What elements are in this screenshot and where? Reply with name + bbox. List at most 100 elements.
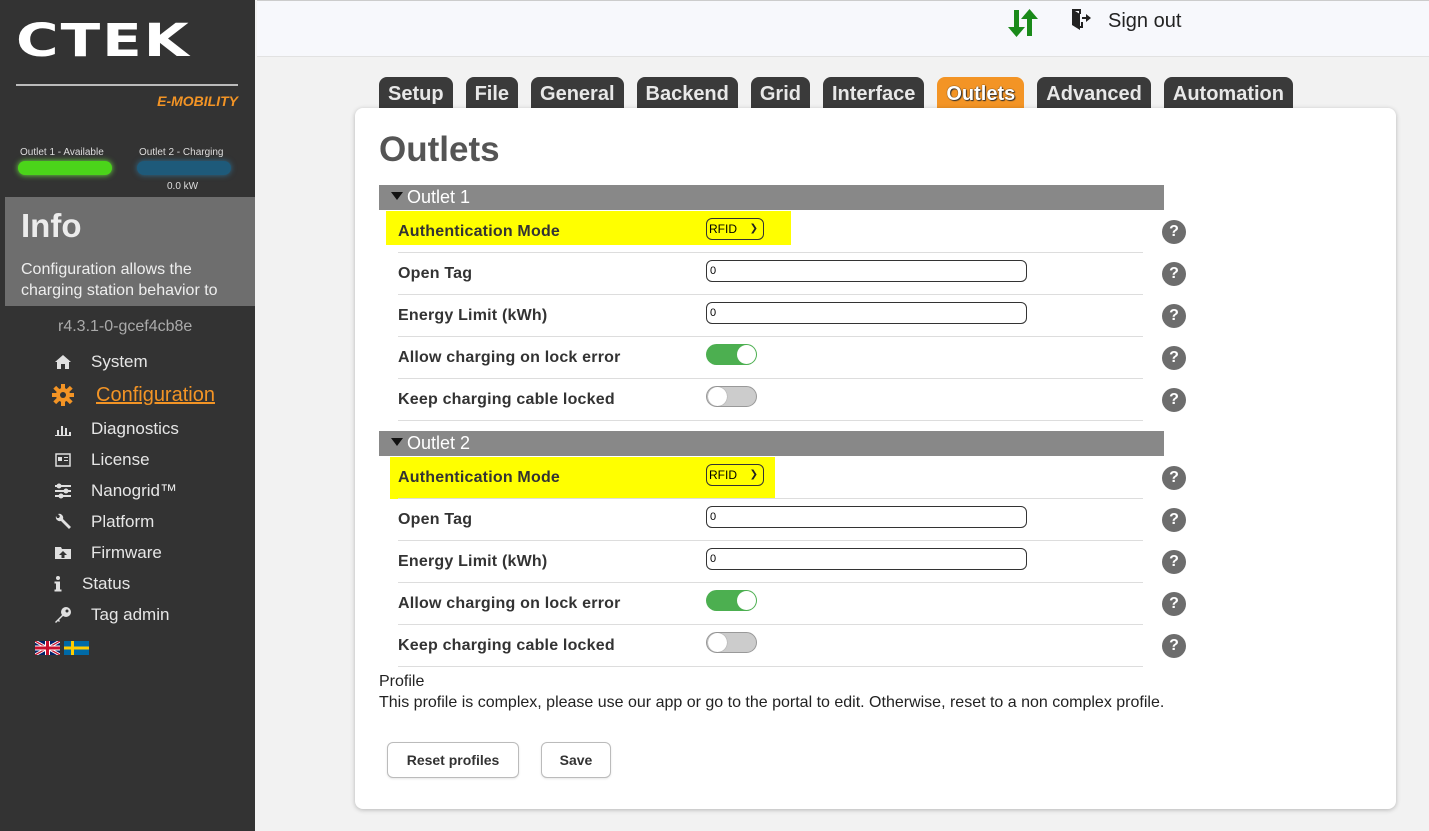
outlet-1-keep-locked-label: Keep charging cable locked — [398, 391, 615, 408]
sliders-icon — [52, 482, 74, 500]
sidebar-item-status[interactable]: Status — [52, 568, 215, 599]
outlet-2-energy-row: Energy Limit (kWh) ? — [398, 541, 1186, 583]
ctek-logo[interactable]: CTEK E-MOBILITY — [16, 14, 238, 109]
bar-chart-icon — [52, 420, 74, 438]
outlet-1-auth-label: Authentication Mode — [398, 223, 561, 240]
sidebar-item-label: System — [91, 351, 148, 371]
tab-outlets[interactable]: Outlets — [937, 77, 1025, 109]
outlet-2-keep-locked-help-icon[interactable]: ? — [1162, 634, 1186, 658]
save-button[interactable]: Save — [541, 742, 611, 778]
outlet-1-auth-help-icon[interactable]: ? — [1162, 220, 1186, 244]
sidebar-item-nanogrid[interactable]: Nanogrid™ — [52, 475, 215, 506]
key-icon — [52, 606, 74, 624]
outlet-1-open-tag-label: Open Tag — [398, 265, 473, 282]
sidebar-item-firmware[interactable]: Firmware — [52, 537, 215, 568]
outlet-1-energy-help-icon[interactable]: ? — [1162, 304, 1186, 328]
info-title: Info — [21, 207, 82, 244]
outlet-1-auth-select[interactable]: RFID — [706, 218, 764, 240]
outlet-2-open-tag-label: Open Tag — [398, 511, 473, 528]
outlet-2-energy-label: Energy Limit (kWh) — [398, 553, 548, 570]
outlet-2-auth-label: Authentication Mode — [398, 469, 561, 486]
sync-arrows-icon[interactable] — [1007, 7, 1039, 39]
outlet-2-header[interactable]: Outlet 2 — [379, 431, 1164, 456]
sidebar-item-diagnostics[interactable]: Diagnostics — [52, 413, 215, 444]
gear-icon — [52, 384, 74, 406]
sidebar-item-platform[interactable]: Platform — [52, 506, 215, 537]
outlet-1-energy-input[interactable] — [706, 302, 1027, 324]
toggle-knob — [708, 387, 727, 406]
reset-profiles-button[interactable]: Reset profiles — [387, 742, 519, 778]
outlet-2-lock-error-toggle[interactable] — [706, 590, 757, 611]
info-icon — [52, 575, 64, 593]
page-title: Outlets — [379, 130, 500, 169]
outlet-2-title: Outlet 2 — [407, 433, 471, 453]
outlet-1-lock-error-row: Allow charging on lock error ? — [398, 337, 1186, 379]
sidebar-item-label: Configuration — [96, 383, 215, 406]
outlet-1-header[interactable]: Outlet 1 — [379, 185, 1164, 210]
outlet-1-lock-error-help-icon[interactable]: ? — [1162, 346, 1186, 370]
tab-automation[interactable]: Automation — [1163, 77, 1293, 109]
outlet-1-open-tag-row: Open Tag ? — [398, 253, 1186, 295]
outlet-1-keep-locked-help-icon[interactable]: ? — [1162, 388, 1186, 412]
profile-title: Profile — [379, 673, 425, 690]
outlet-2-keep-locked-toggle[interactable] — [706, 632, 757, 653]
collapse-triangle-icon — [391, 438, 403, 446]
outlet-1-lock-error-toggle[interactable] — [706, 344, 757, 365]
outlet-1-energy-row: Energy Limit (kWh) ? — [398, 295, 1186, 337]
outlet-2-energy-help-icon[interactable]: ? — [1162, 550, 1186, 574]
outlet-2-auth-select[interactable]: RFID — [706, 464, 764, 486]
sidebar-item-label: Platform — [91, 511, 155, 531]
english-flag-icon[interactable] — [35, 641, 60, 655]
tab-advanced[interactable]: Advanced — [1037, 77, 1151, 109]
outlet-2-lock-error-help-icon[interactable]: ? — [1162, 592, 1186, 616]
outlet-2-energy-input[interactable] — [706, 548, 1027, 570]
tab-setup[interactable]: Setup — [379, 77, 453, 109]
outlet-2-status: Outlet 2 - Charging — [137, 147, 231, 175]
swedish-flag-icon[interactable] — [64, 641, 89, 655]
tab-interface[interactable]: Interface — [823, 77, 925, 109]
outlet-1-auth-row: Authentication Mode RFID ❯ ? — [398, 211, 1186, 253]
outlet-2-open-tag-help-icon[interactable]: ? — [1162, 508, 1186, 532]
tab-file[interactable]: File — [465, 77, 519, 109]
collapse-triangle-icon — [391, 192, 403, 200]
outlet-1-status-label: Outlet 1 - Available — [20, 147, 104, 158]
info-text: Configuration allows the charging statio… — [21, 261, 218, 299]
outlet-1-keep-locked-toggle[interactable] — [706, 386, 757, 407]
toggle-knob — [737, 345, 756, 364]
license-icon — [52, 451, 74, 469]
home-icon — [52, 353, 74, 371]
outlet-1-status-bar — [18, 161, 112, 175]
outlet-2-open-tag-input[interactable] — [706, 506, 1027, 528]
wrench-icon — [52, 513, 74, 531]
sidebar-item-system[interactable]: System — [52, 346, 215, 377]
sidebar-item-configuration[interactable]: Configuration — [52, 377, 215, 413]
outlet-1-status: Outlet 1 - Available — [18, 147, 112, 175]
sign-out-link[interactable]: Sign out — [1108, 10, 1181, 33]
outlet-2-status-bar — [137, 161, 231, 175]
outlet-1-lock-error-label: Allow charging on lock error — [398, 349, 621, 366]
outlet-2-lock-error-label: Allow charging on lock error — [398, 595, 621, 612]
outlet-1-open-tag-input[interactable] — [706, 260, 1027, 282]
outlet-1-keep-locked-row: Keep charging cable locked ? — [398, 379, 1186, 421]
sidebar-item-license[interactable]: License — [52, 444, 215, 475]
tab-backend[interactable]: Backend — [636, 77, 738, 109]
tab-general[interactable]: General — [531, 77, 624, 109]
logo-text: CTEK — [16, 14, 191, 68]
sidebar: CTEK E-MOBILITY Outlet 1 - Available Out… — [0, 0, 255, 831]
outlet-2-status-label: Outlet 2 - Charging — [139, 147, 224, 158]
sidebar-item-label: Tag admin — [91, 604, 170, 624]
outlet-1-open-tag-help-icon[interactable]: ? — [1162, 262, 1186, 286]
sidebar-nav: System Configuration Diagnostics License… — [52, 346, 215, 630]
logo-divider — [16, 84, 238, 86]
sidebar-item-label: License — [91, 449, 150, 469]
outlet-2-auth-help-icon[interactable]: ? — [1162, 466, 1186, 490]
sidebar-item-label: Nanogrid™ — [91, 480, 177, 500]
tab-grid[interactable]: Grid — [750, 77, 810, 109]
language-selector — [35, 641, 89, 655]
firmware-version: r4.3.1-0-gcef4cb8e — [58, 318, 193, 335]
outlet-1-energy-label: Energy Limit (kWh) — [398, 307, 548, 324]
sidebar-item-tag-admin[interactable]: Tag admin — [52, 599, 215, 630]
outlet-1-auth-select-wrap: RFID ❯ — [706, 218, 764, 240]
profile-description: This profile is complex, please use our … — [379, 694, 1165, 711]
sign-out-icon[interactable] — [1070, 8, 1092, 30]
